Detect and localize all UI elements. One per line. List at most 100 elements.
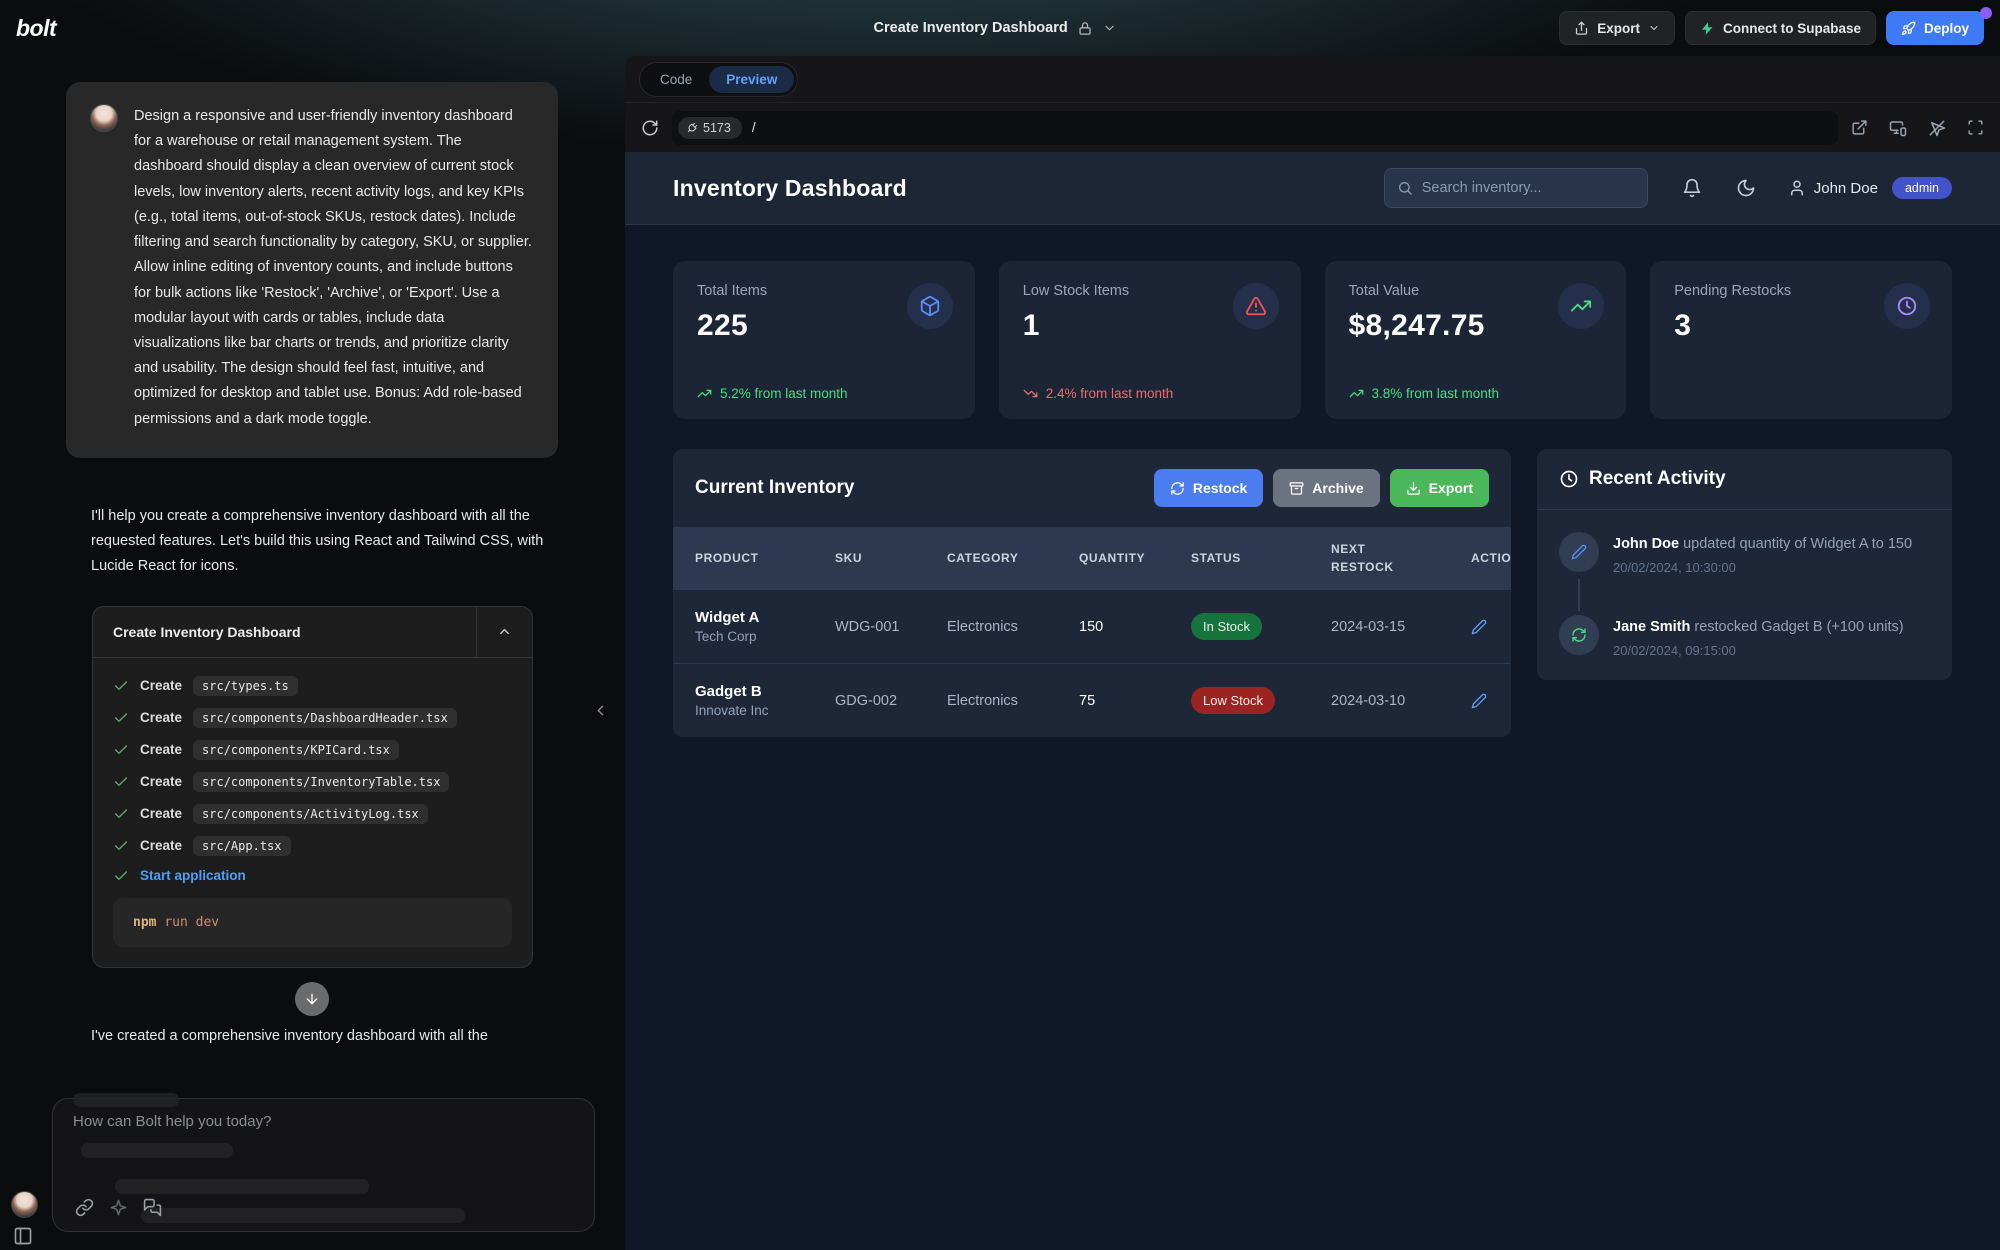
export-button[interactable]: Export [1559,11,1675,45]
reload-icon[interactable] [641,119,659,137]
bell-icon[interactable] [1682,178,1702,198]
step-file[interactable]: src/App.tsx [193,836,290,856]
check-icon [113,838,129,854]
collapse-chat-button[interactable] [592,702,609,719]
browser-toolbar: 5173 / [625,102,2000,152]
column-sku: SKU [835,551,947,565]
column-actions: ACTIONS [1471,551,1511,565]
quantity-cell[interactable]: 75 [1079,693,1191,709]
chevron-down-icon[interactable] [1103,21,1117,35]
connect-supabase-button[interactable]: Connect to Supabase [1685,11,1876,45]
deploy-button[interactable]: Deploy [1886,11,1984,45]
step-label: Create [140,838,182,853]
url-path: / [752,120,756,135]
status-badge: In Stock [1191,613,1262,640]
preview-panel: Code Preview 5173 / [625,56,2000,1250]
table-header-row: PRODUCT SKU CATEGORY QUANTITY STATUS NEX… [673,527,1511,589]
user-menu[interactable]: John Doe admin [1788,177,1952,199]
devices-icon[interactable] [1889,119,1907,137]
step-file[interactable]: src/components/DashboardHeader.tsx [193,708,457,728]
url-bar[interactable]: 5173 / [672,111,1838,145]
bolt-logo[interactable]: bolt [16,15,56,42]
restock-button[interactable]: Restock [1154,469,1263,507]
edit-row-button[interactable] [1471,693,1511,709]
panel-left-icon[interactable] [13,1226,33,1246]
top-bar: bolt Create Inventory Dashboard Export C… [0,0,2000,56]
project-title-group[interactable]: Create Inventory Dashboard [874,0,1117,56]
step-label[interactable]: Start application [140,868,246,883]
open-external-icon[interactable] [1851,119,1868,136]
quantity-cell[interactable]: 150 [1079,619,1191,635]
column-status: STATUS [1191,551,1331,565]
plan-step: Create src/components/ActivityLog.tsx [113,804,512,824]
edit-row-button[interactable] [1471,619,1511,635]
edit-icon [1559,532,1599,572]
chat-input-box[interactable] [52,1098,595,1232]
browser-actions [1851,119,1984,137]
command-args: run dev [164,915,219,930]
plan-card: Create Inventory Dashboard Create src/ty… [92,606,533,968]
assistant-outro-text: I've created a comprehensive inventory d… [91,1024,595,1049]
search-input[interactable] [1422,180,1635,196]
chat-input[interactable] [73,1113,553,1169]
plan-step: Create src/App.tsx [113,836,512,856]
user-avatar [90,104,118,132]
trending-up-icon [1558,283,1604,329]
trending-up-icon [1349,386,1364,401]
activity-timestamp: 20/02/2024, 10:30:00 [1613,560,1912,575]
archive-icon [1289,481,1304,496]
collapse-plan-button[interactable] [476,607,532,657]
archive-button[interactable]: Archive [1273,469,1379,507]
upload-icon [1574,21,1589,36]
sku-cell: GDG-002 [835,693,947,709]
trending-up-icon [697,386,712,401]
rocket-icon [1901,21,1916,36]
plan-step: Create src/components/KPICard.tsx [113,740,512,760]
fullscreen-icon[interactable] [1967,119,1984,136]
deploy-label: Deploy [1924,21,1969,36]
table-row[interactable]: Widget A Tech Corp WDG-001 Electronics 1… [673,589,1511,663]
chat-scroll-area[interactable]: Design a responsive and user-friendly in… [0,56,625,1250]
export-table-button[interactable]: Export [1390,469,1489,507]
chat-panel: Design a responsive and user-friendly in… [0,56,625,1250]
inspector-off-icon[interactable] [1928,119,1946,137]
export-label: Export [1597,21,1640,36]
plug-icon [686,122,698,134]
chat-bubbles-icon[interactable] [143,1198,162,1217]
step-file[interactable]: src/types.ts [193,676,298,696]
port-badge[interactable]: 5173 [678,117,742,139]
profile-avatar[interactable] [11,1191,38,1218]
status-badge: Low Stock [1191,687,1275,714]
link-icon[interactable] [75,1198,94,1217]
product-supplier: Innovate Inc [695,703,835,718]
step-file[interactable]: src/components/ActivityLog.tsx [193,804,428,824]
plan-step: Create src/components/DashboardHeader.ts… [113,708,512,728]
dashboard-title: Inventory Dashboard [673,175,907,202]
terminal-command: npm run dev [113,898,512,947]
kpi-trend: 3.8% from last month [1349,386,1500,401]
notification-dot [1980,7,1992,19]
step-label: Create [140,710,182,725]
table-row[interactable]: Gadget B Innovate Inc GDG-002 Electronic… [673,663,1511,737]
sku-cell: WDG-001 [835,619,947,635]
alert-triangle-icon [1233,283,1279,329]
port-number: 5173 [703,121,731,135]
tab-code[interactable]: Code [643,66,709,93]
app-viewport: Inventory Dashboard John Doe admin [625,152,2000,1250]
step-file[interactable]: src/components/InventoryTable.tsx [193,772,449,792]
inventory-search[interactable] [1384,168,1648,208]
kpi-trend-text: 2.4% from last month [1046,386,1174,401]
sparkles-icon[interactable] [109,1198,128,1217]
step-label: Create [140,806,182,821]
scroll-to-bottom-button[interactable] [295,982,329,1016]
redacted-text [115,1179,369,1194]
category-cell: Electronics [947,693,1079,709]
product-name: Widget A [695,609,835,626]
kpi-trend-text: 3.8% from last month [1372,386,1500,401]
chat-input-toolbar [75,1198,162,1217]
refresh-icon [1559,615,1599,655]
step-label: Create [140,742,182,757]
step-file[interactable]: src/components/KPICard.tsx [193,740,399,760]
tab-preview[interactable]: Preview [709,66,794,93]
dark-mode-toggle-icon[interactable] [1736,178,1756,198]
